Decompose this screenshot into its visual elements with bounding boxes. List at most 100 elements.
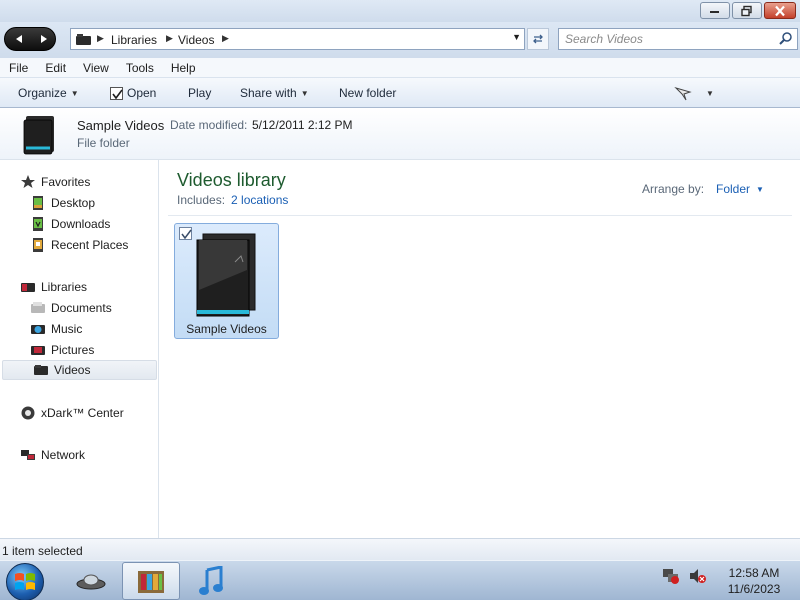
arrange-by-value: Folder [716, 182, 751, 196]
checkmark-icon [181, 229, 192, 240]
taskbar-app-browser[interactable] [62, 562, 120, 600]
forward-button[interactable] [31, 28, 56, 50]
nav-downloads[interactable]: Downloads [0, 214, 157, 234]
search-box[interactable] [558, 28, 798, 50]
nav-documents[interactable]: Documents [0, 298, 157, 318]
close-icon [775, 5, 785, 16]
refresh-icon [533, 34, 543, 44]
nav-desktop[interactable]: Desktop [0, 193, 157, 213]
back-arrow-icon [15, 35, 22, 43]
network-status-icon[interactable] [662, 567, 680, 585]
video-folder-icon [196, 233, 256, 317]
star-icon [21, 175, 35, 188]
nav-favorites-label: Favorites [41, 175, 91, 189]
chevron-down-icon: ▼ [70, 88, 79, 98]
content-area: Videos library Includes: 2 locations Arra… [160, 160, 800, 538]
ufo-app-icon [76, 574, 106, 590]
volume-muted-icon[interactable] [688, 567, 706, 585]
new-folder-button[interactable]: New folder [339, 86, 396, 100]
folder-item[interactable]: Sample Videos [174, 223, 279, 339]
address-row: ▶ Libraries ▶ Videos ▶ ▼ [0, 22, 800, 58]
title-bar [0, 0, 800, 22]
arrange-by-dropdown[interactable]: Folder ▼ [716, 182, 764, 196]
address-dropdown-icon[interactable]: ▼ [512, 32, 521, 42]
locations-link[interactable]: 2 locations [231, 193, 288, 207]
date-modified-value: 5/12/2011 2:12 PM [252, 118, 353, 132]
open-button[interactable]: Open [110, 86, 156, 100]
menu-tools[interactable]: Tools [117, 58, 162, 77]
back-button[interactable] [6, 28, 31, 50]
nav-libraries[interactable]: Libraries [0, 277, 157, 297]
minimize-icon [710, 10, 719, 13]
breadcrumb-arrow-icon[interactable]: ▶ [97, 33, 104, 44]
chevron-down-icon: ▼ [706, 88, 714, 98]
play-label: Play [188, 86, 212, 100]
menu-view[interactable]: View [74, 58, 117, 77]
includes-label: Includes: [177, 193, 226, 207]
open-label: Open [127, 86, 157, 100]
new-folder-label: New folder [339, 86, 397, 100]
forward-arrow-icon [40, 35, 47, 43]
breadcrumb-arrow-icon[interactable]: ▶ [222, 33, 229, 44]
taskbar: 12:58 AM 11/6/2023 [0, 560, 800, 600]
nav-favorites[interactable]: Favorites [0, 172, 157, 192]
address-bar[interactable]: ▶ Libraries ▶ Videos ▶ ▼ [70, 28, 525, 50]
nav-documents-label: Documents [51, 301, 112, 315]
search-icon[interactable] [779, 32, 793, 46]
downloads-icon [33, 217, 43, 231]
search-input[interactable] [565, 30, 765, 48]
system-tray [662, 567, 706, 585]
pictures-icon [31, 346, 45, 355]
menu-help[interactable]: Help [162, 58, 204, 77]
nav-pictures-label: Pictures [51, 343, 95, 357]
minimize-button[interactable] [700, 2, 730, 19]
share-with-button[interactable]: Share with ▼ [240, 86, 309, 100]
menu-file[interactable]: File [0, 58, 36, 77]
nav-recent-places[interactable]: Recent Places [0, 235, 157, 255]
windows-logo-icon [15, 573, 35, 590]
change-view-button[interactable]: ▼ [674, 85, 714, 101]
videos-location-icon [76, 34, 91, 45]
library-app-icon [138, 571, 164, 593]
nav-network[interactable]: Network [0, 445, 157, 465]
nav-xdark-center[interactable]: xDark™ Center [0, 403, 157, 423]
refresh-button[interactable] [527, 28, 549, 50]
music-note-icon [199, 566, 223, 595]
nav-videos-label: Videos [54, 363, 91, 377]
clock-date: 11/6/2023 [727, 582, 781, 596]
status-bar: 1 item selected [0, 538, 800, 560]
breadcrumb-arrow-icon[interactable]: ▶ [166, 33, 173, 44]
videos-icon [34, 365, 48, 375]
close-button[interactable] [764, 2, 796, 19]
nav-downloads-label: Downloads [51, 217, 111, 231]
date-modified-label: Date modified: [170, 118, 248, 132]
taskbar-app-explorer[interactable] [122, 562, 180, 600]
restore-icon [741, 5, 752, 16]
nav-libraries-label: Libraries [41, 280, 88, 294]
music-icon [31, 325, 45, 334]
nav-music-label: Music [51, 322, 83, 336]
organize-label: Organize [18, 86, 67, 100]
breadcrumb-libraries[interactable]: Libraries [111, 33, 157, 47]
divider [168, 215, 792, 216]
desktop-icon [33, 196, 43, 210]
system-clock[interactable]: 12:58 AM 11/6/2023 [712, 565, 796, 597]
taskbar-app-music[interactable] [182, 562, 240, 600]
item-checkbox[interactable] [179, 227, 192, 240]
status-text: 1 item selected [2, 544, 83, 558]
start-button[interactable] [6, 563, 44, 600]
navigation-pane: Favorites Desktop Downloads Recent Place… [0, 160, 159, 538]
selected-item-type: File folder [77, 136, 130, 150]
nav-network-label: Network [41, 448, 86, 462]
breadcrumb-videos[interactable]: Videos [178, 33, 214, 47]
nav-pictures[interactable]: Pictures [0, 340, 157, 360]
nav-xdark-center-label: xDark™ Center [41, 406, 124, 420]
play-button[interactable]: Play [188, 86, 211, 100]
checkbox-icon [110, 86, 123, 100]
nav-videos[interactable]: Videos [2, 360, 157, 380]
nav-music[interactable]: Music [0, 319, 157, 339]
libraries-icon [21, 283, 35, 292]
organize-button[interactable]: Organize ▼ [18, 86, 79, 100]
menu-edit[interactable]: Edit [36, 58, 74, 77]
restore-button[interactable] [732, 2, 762, 19]
